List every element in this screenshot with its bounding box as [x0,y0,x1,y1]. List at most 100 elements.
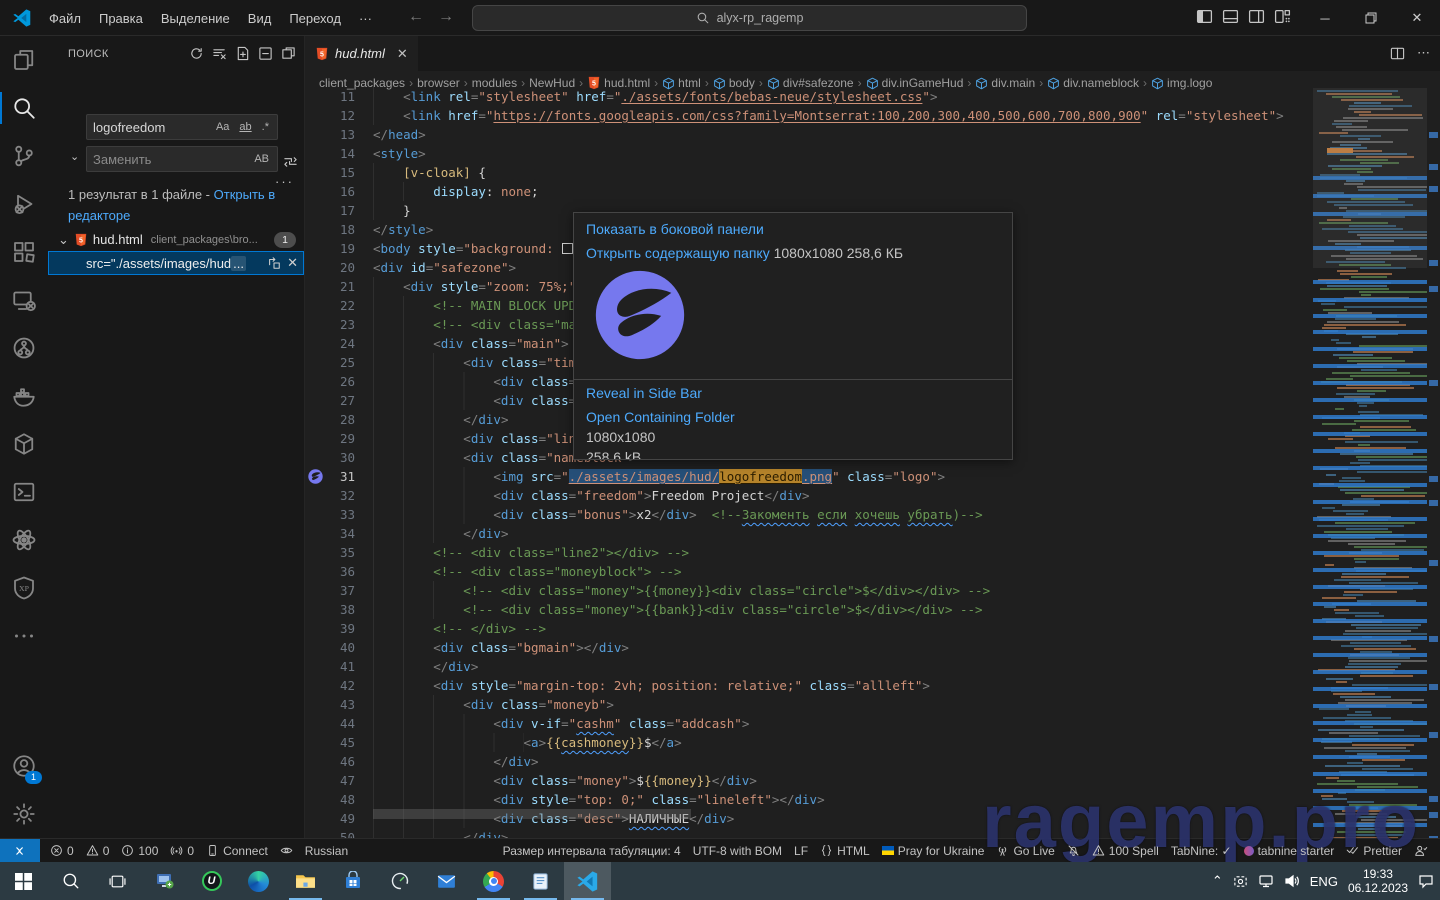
collapse-icon[interactable] [258,46,273,61]
status-0[interactable]: 0 [164,839,200,862]
close-button[interactable]: ✕ [1394,0,1440,36]
taskbar-uninstaller-icon[interactable]: U [188,862,235,900]
taskbar-task-view-icon[interactable] [94,862,141,900]
taskbar-notepad-icon[interactable] [517,862,564,900]
status-html[interactable]: HTML [814,839,876,862]
code-line-44[interactable]: 44<div v-if="cashm" class="addcash"> [305,714,1313,733]
restore-button[interactable] [1348,0,1394,36]
taskbar-start-icon[interactable] [0,862,47,900]
regex-toggle[interactable]: .* [260,120,271,134]
reveal-sidebar-link-en[interactable]: Reveal in Side Bar [586,385,702,401]
search-match-row[interactable]: src="./assets/images/hud... ✕ [48,251,304,275]
menu-Файл[interactable]: Файл [40,7,90,30]
code-line-38[interactable]: 38<!-- <div class="money">{{bank}}<div c… [305,600,1313,619]
menu-Переход[interactable]: Переход [280,7,350,30]
status-feedback-icon[interactable] [1408,839,1434,862]
code-line-34[interactable]: 34</div> [305,524,1313,543]
code-line-37[interactable]: 37<!-- <div class="money">{{money}}<div … [305,581,1313,600]
search-input[interactable]: logofreedom Aa ab .* [86,114,278,140]
dismiss-match-icon[interactable]: ✕ [287,255,298,271]
language-indicator[interactable]: ENG [1310,874,1338,889]
replace-all-button[interactable] [283,154,298,169]
nav-forward-icon[interactable]: → [438,8,454,26]
code-line-36[interactable]: 36<!-- <div class="moneyblock"> --> [305,562,1313,581]
code-line-33[interactable]: 33<div class="bonus">x2</div> <!--Закоме… [305,505,1313,524]
status-bell-slash-icon[interactable] [1061,839,1086,862]
status-connect[interactable]: Connect [200,839,274,862]
code-line-48[interactable]: 48<div style="top: 0;" class="lineleft">… [305,790,1313,809]
code-line-32[interactable]: 32<div class="freedom">Freedom Project</… [305,486,1313,505]
replace-match-icon[interactable] [267,256,281,270]
new-search-editor-icon[interactable] [235,46,250,61]
volume-icon[interactable] [1284,873,1300,889]
code-line-31[interactable]: 31<img src="./assets/images/hud/logofree… [305,467,1313,486]
menu-Вид[interactable]: Вид [239,7,281,30]
taskbar-edge-icon[interactable] [235,862,282,900]
whole-word-toggle[interactable]: ab [237,120,253,134]
code-line-40[interactable]: 40<div class="bgmain"></div> [305,638,1313,657]
status-prettier[interactable]: Prettier [1340,839,1408,862]
preserve-case-toggle[interactable]: AB [252,152,271,166]
code-line-16[interactable]: 16display: none; [305,182,1313,201]
activity-account[interactable]: 1 [0,742,48,790]
tray-chevron-up-icon[interactable]: ⌃ [1212,873,1223,889]
activity-xp[interactable]: XP [0,564,48,612]
open-folder-link-ru[interactable]: Открыть содержащую папку [586,245,770,261]
status-0[interactable]: 0 [80,839,116,862]
status-100[interactable]: 100 [115,839,164,862]
taskbar-vscode-icon[interactable] [564,862,611,900]
toggle-replace-chevron[interactable]: ⌄ [70,150,79,163]
reveal-sidebar-link-ru[interactable]: Показать в боковой панели [586,221,764,237]
taskbar-gauge-app-icon[interactable] [376,862,423,900]
toggle-panel-icon[interactable] [1222,8,1239,25]
activity-gitlens[interactable] [0,324,48,372]
split-editor-icon[interactable] [1390,46,1405,61]
code-line-46[interactable]: 46</div> [305,752,1313,771]
status-lf[interactable]: LF [788,839,814,862]
network-icon[interactable] [1258,873,1274,889]
replace-input[interactable]: Заменить AB [86,146,278,172]
tab-close-icon[interactable]: ✕ [397,46,408,62]
code-line-35[interactable]: 35<!-- <div class="line2"></div> --> [305,543,1313,562]
horizontal-scrollbar[interactable] [373,809,691,819]
open-in-panel-icon[interactable] [281,46,296,61]
activity-docker[interactable] [0,372,48,420]
taskbar-file-explorer-icon[interactable] [282,862,329,900]
match-case-toggle[interactable]: Aa [214,120,231,134]
editor-more-actions-icon[interactable]: ⋯ [1417,45,1430,61]
customize-layout-icon[interactable] [1274,8,1291,25]
code-line-50[interactable]: 50</div> [305,828,1313,838]
code-line-15[interactable]: 15[v-cloak] { [305,163,1313,182]
taskbar-mail-icon[interactable] [423,862,470,900]
code-line-39[interactable]: 39<!-- </div> --> [305,619,1313,638]
status-100-spell[interactable]: 100 Spell [1086,839,1165,862]
status-pray-for-ukraine[interactable]: Pray for Ukraine [876,839,991,862]
toggle-sidebar-icon[interactable] [1196,8,1213,25]
minimap-slider[interactable] [1313,88,1427,268]
code-line-12[interactable]: 12<link href="https://fonts.googleapis.c… [305,106,1313,125]
status-eye-icon[interactable] [274,839,299,862]
command-center-search[interactable]: alyx-rp_ragemp [472,5,1027,31]
menu-···[interactable]: ··· [350,7,381,30]
status-0[interactable]: 0 [44,839,80,862]
status-go-live[interactable]: Go Live [990,839,1060,862]
activity-react[interactable] [0,516,48,564]
code-area[interactable]: 11<link rel="stylesheet" href="./assets/… [305,87,1313,838]
tab-hud-html[interactable]: 5 hud.html ✕ [305,36,418,71]
menu-Правка[interactable]: Правка [90,7,152,30]
code-line-45[interactable]: 45<a>{{cashmoney}}$</a> [305,733,1313,752]
status-utf-8-with-bom[interactable]: UTF-8 with BOM [687,839,788,862]
taskbar-remote-desktop-icon[interactable] [141,862,188,900]
open-folder-link-en[interactable]: Open Containing Folder [586,409,735,425]
clock[interactable]: 19:33 06.12.2023 [1348,867,1408,895]
code-line-13[interactable]: 13</head> [305,125,1313,144]
code-line-14[interactable]: 14<style> [305,144,1313,163]
status-russian[interactable]: Russian [299,839,354,862]
status-tabnine-starter[interactable]: tabnine starter [1238,839,1341,862]
code-line-47[interactable]: 47<div class="money">${{money}}</div> [305,771,1313,790]
activity-source-control[interactable] [0,132,48,180]
record-icon[interactable] [1233,874,1248,889]
status-размер-интервала-табуляции-4[interactable]: Размер интервала табуляции: 4 [497,839,687,862]
activity-remote-explorer[interactable] [0,276,48,324]
minimize-button[interactable]: ─ [1302,0,1348,36]
